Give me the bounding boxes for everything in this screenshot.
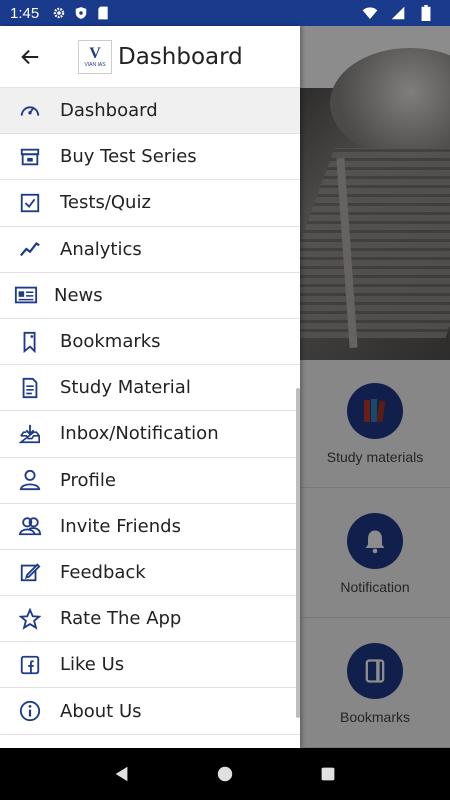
navigation-drawer: V VIAN IAS Dashboard Dashboard Buy Test …: [0, 26, 300, 748]
menu-item-label: Inbox/Notification: [60, 423, 219, 445]
menu-item-label: Buy Test Series: [60, 146, 197, 168]
menu-item-invite-friends[interactable]: Invite Friends: [0, 504, 300, 550]
logo-text: VIAN IAS: [84, 61, 106, 68]
menu-item-label: Rate The App: [60, 608, 182, 630]
menu-item-buy-test-series[interactable]: Buy Test Series: [0, 134, 300, 181]
menu-item-study-material[interactable]: Study Material: [0, 365, 300, 412]
menu-item-profile[interactable]: Profile: [0, 458, 300, 504]
app-logo: V VIAN IAS: [78, 39, 112, 74]
menu-item-bookmarks[interactable]: Bookmarks: [0, 319, 300, 366]
menu-item-like-us[interactable]: Like Us: [0, 642, 300, 689]
shield-icon: [73, 5, 89, 21]
menu-item-analytics[interactable]: Analytics: [0, 227, 300, 273]
users-icon: [18, 514, 42, 538]
menu-item-label: Like Us: [60, 654, 125, 676]
drawer-scrollbar[interactable]: [296, 388, 300, 718]
system-nav-bar: [0, 748, 450, 800]
status-right: [362, 5, 440, 21]
menu-item-label: Invite Friends: [60, 515, 181, 537]
menu-item-label: Bookmarks: [60, 331, 161, 353]
speedometer-icon: [18, 99, 42, 123]
battery-icon: [418, 5, 434, 21]
menu-item-label: Feedback: [60, 561, 146, 583]
star-icon: [18, 607, 42, 631]
menu-item-label: Analytics: [60, 238, 142, 260]
newspaper-icon: [14, 283, 38, 307]
menu-item-label: Profile: [60, 469, 116, 491]
arrow-left-icon: [21, 49, 39, 64]
logo-mark: V: [89, 44, 101, 62]
edit-icon: [18, 560, 42, 584]
user-icon: [18, 468, 42, 492]
sd-card-icon: [95, 5, 111, 21]
back-triangle-icon[interactable]: [110, 762, 134, 786]
wifi-icon: [362, 5, 378, 21]
document-icon: [18, 376, 42, 400]
recents-square-icon[interactable]: [316, 762, 340, 786]
inbox-icon: [18, 422, 42, 446]
signal-icon: [390, 5, 406, 21]
home-circle-icon[interactable]: [213, 762, 237, 786]
drawer-header: V VIAN IAS Dashboard: [0, 26, 300, 88]
menu-item-rate-the-app[interactable]: Rate The App: [0, 596, 300, 643]
status-time: 1:45: [10, 4, 40, 22]
bookmark-icon: [18, 330, 42, 354]
menu-item-label: About Us: [60, 700, 142, 722]
analytics-icon: [18, 237, 42, 261]
status-bar: 1:45: [0, 0, 450, 26]
drawer-menu: Dashboard Buy Test Series Tests/Quiz Ana…: [0, 88, 300, 735]
menu-item-label: Tests/Quiz: [60, 192, 151, 214]
menu-item-inbox-notification[interactable]: Inbox/Notification: [0, 411, 300, 458]
shop-icon: [18, 145, 42, 169]
menu-item-label: Study Material: [60, 377, 191, 399]
drawer-title: Dashboard: [118, 43, 243, 70]
gear-icon: [51, 5, 67, 21]
back-button[interactable]: [18, 45, 42, 69]
info-icon: [18, 699, 42, 723]
menu-item-feedback[interactable]: Feedback: [0, 550, 300, 597]
menu-item-label: Dashboard: [60, 100, 158, 122]
menu-item-dashboard[interactable]: Dashboard: [0, 88, 300, 135]
facebook-icon: [18, 653, 42, 677]
menu-item-news[interactable]: News: [0, 273, 300, 319]
checklist-icon: [18, 191, 42, 215]
menu-item-tests-quiz[interactable]: Tests/Quiz: [0, 180, 300, 227]
menu-item-about-us[interactable]: About Us: [0, 688, 300, 735]
menu-item-label: News: [54, 284, 103, 306]
